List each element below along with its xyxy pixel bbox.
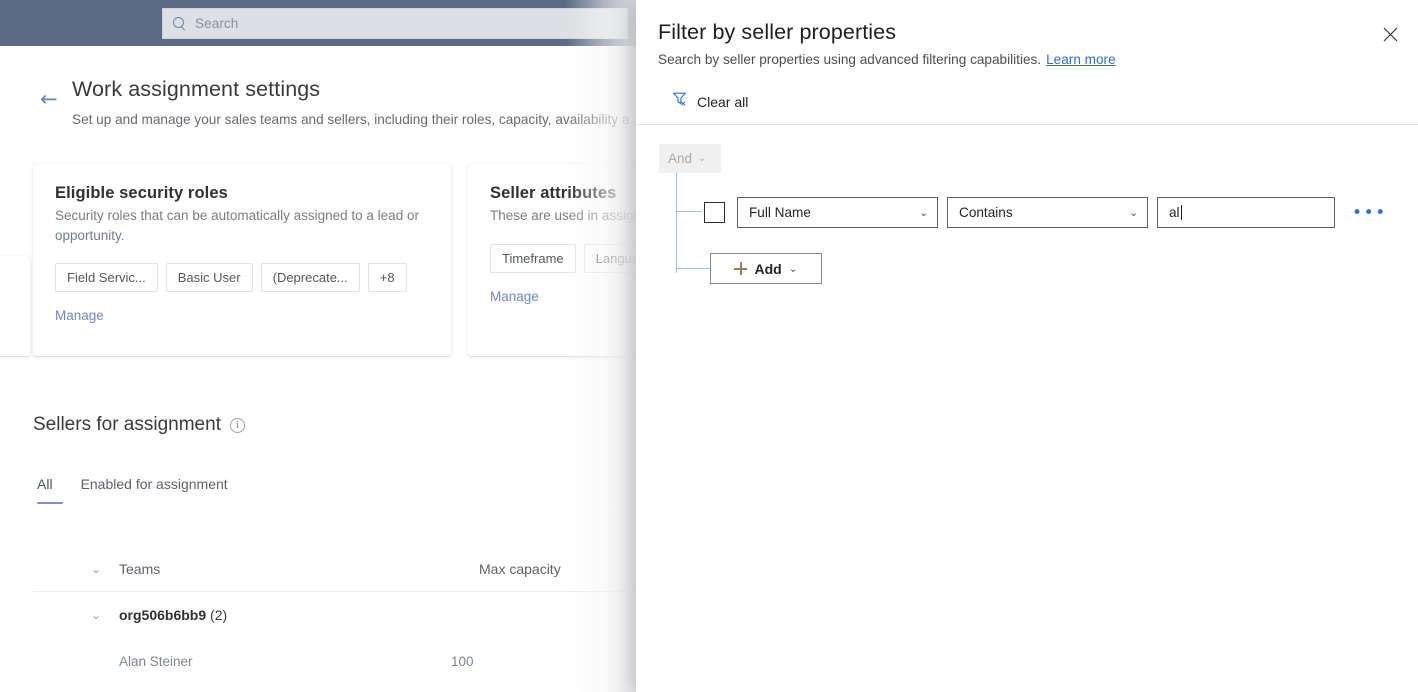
chevron-down-icon: ⌄ (698, 153, 707, 164)
sellers-tablist: All Enabled for assignment (37, 476, 228, 504)
card-description: Security roles that can be automatically… (55, 208, 419, 243)
value-input-text: al (1169, 205, 1180, 220)
table-row[interactable]: David Mallory 100 (33, 684, 673, 692)
panel-title: Filter by seller properties (658, 20, 897, 44)
background-app: Search ← Work assignment settings Set up… (0, 0, 700, 692)
sellers-grid-header: ⌄ Teams Max capacity (33, 546, 673, 592)
security-role-pill[interactable]: Basic User (165, 263, 253, 293)
plus-icon (734, 262, 748, 275)
tree-connector-to-condition (676, 211, 702, 212)
card-title: Eligible security roles (55, 184, 228, 202)
search-placeholder: Search (195, 16, 239, 31)
top-navigation-bar: Search (0, 0, 700, 46)
chevron-down-icon[interactable]: ⌄ (91, 608, 119, 622)
group-name: org506b6bb9 (119, 607, 207, 623)
group-operator-label: And (668, 151, 693, 166)
filter-panel: Filter by seller properties Search by se… (636, 0, 1418, 692)
group-count: (2) (210, 607, 228, 623)
panel-divider (636, 124, 1418, 125)
add-button-label: Add (754, 260, 782, 277)
tree-connector-vertical (676, 173, 677, 273)
security-role-pill-row: Field Servic... Basic User (Deprecate...… (55, 263, 429, 293)
group-name-cell: org506b6bb9 (2) (119, 607, 479, 623)
page-body: ← Work assignment settings Set up and ma… (0, 46, 700, 692)
table-row[interactable]: Alan Steiner 100 (33, 638, 673, 684)
global-search-box[interactable]: Search (162, 8, 628, 39)
security-role-pill[interactable]: (Deprecate... (260, 263, 360, 293)
seller-name-cell: Alan Steiner (119, 653, 193, 669)
column-header-teams[interactable]: Teams (119, 561, 479, 577)
security-role-pill[interactable]: Field Servic... (55, 263, 158, 293)
operator-value: Contains (959, 205, 1013, 220)
add-condition-button[interactable]: Add ⌄ (710, 253, 822, 284)
seller-attribute-pill[interactable]: Timeframe (490, 243, 576, 273)
tab-enabled-for-assignment[interactable]: Enabled for assignment (81, 476, 228, 504)
panel-subtitle: Search by seller properties using advanc… (658, 52, 1116, 67)
chevron-down-icon[interactable]: ⌄ (91, 562, 119, 576)
seller-max-capacity-cell: 100 (451, 653, 474, 669)
condition-checkbox[interactable] (704, 202, 725, 223)
filter-condition-row: Full Name ⌄ Contains ⌄ al ••• (704, 197, 1387, 228)
sellers-grid: ⌄ Teams Max capacity ⌄ org506b6bb9 (2) A… (33, 546, 673, 692)
clear-all-label: Clear all (697, 93, 749, 110)
attribute-value: Full Name (749, 205, 811, 220)
chevron-down-icon: ⌄ (788, 262, 798, 275)
value-input[interactable]: al (1157, 197, 1335, 228)
filter-clear-icon (672, 91, 688, 112)
manage-seller-attributes-link[interactable]: Manage (490, 289, 539, 304)
learn-more-link[interactable]: Learn more (1046, 52, 1116, 67)
panel-subtitle-text: Search by seller properties using advanc… (658, 52, 1042, 67)
attribute-dropdown[interactable]: Full Name ⌄ (737, 197, 938, 228)
table-row-group[interactable]: ⌄ org506b6bb9 (2) (33, 592, 673, 638)
chevron-down-icon: ⌄ (919, 206, 928, 219)
condition-overflow-menu[interactable]: ••• (1352, 204, 1387, 221)
close-icon[interactable] (1374, 18, 1406, 50)
tab-all[interactable]: All (37, 476, 63, 504)
group-operator-dropdown[interactable]: And ⌄ (659, 144, 721, 173)
sellers-for-assignment-header: Sellers for assignment i (33, 414, 245, 436)
text-caret (1180, 205, 1182, 220)
tree-connector-to-add (676, 268, 712, 269)
column-header-max-capacity[interactable]: Max capacity (479, 561, 561, 577)
info-icon[interactable]: i (229, 417, 245, 433)
search-icon (173, 16, 187, 31)
app-root: Search ← Work assignment settings Set up… (0, 0, 1418, 692)
manage-security-roles-link[interactable]: Manage (55, 308, 104, 323)
security-role-pill-overflow[interactable]: +8 (367, 263, 407, 293)
card-eligible-security-roles: Eligible security roles Security roles t… (33, 164, 451, 356)
offscreen-card-sliver (0, 256, 30, 356)
operator-dropdown[interactable]: Contains ⌄ (947, 197, 1148, 228)
chevron-down-icon: ⌄ (1129, 206, 1138, 219)
section-title: Sellers for assignment (33, 414, 221, 435)
clear-all-button[interactable]: Clear all (668, 88, 752, 115)
